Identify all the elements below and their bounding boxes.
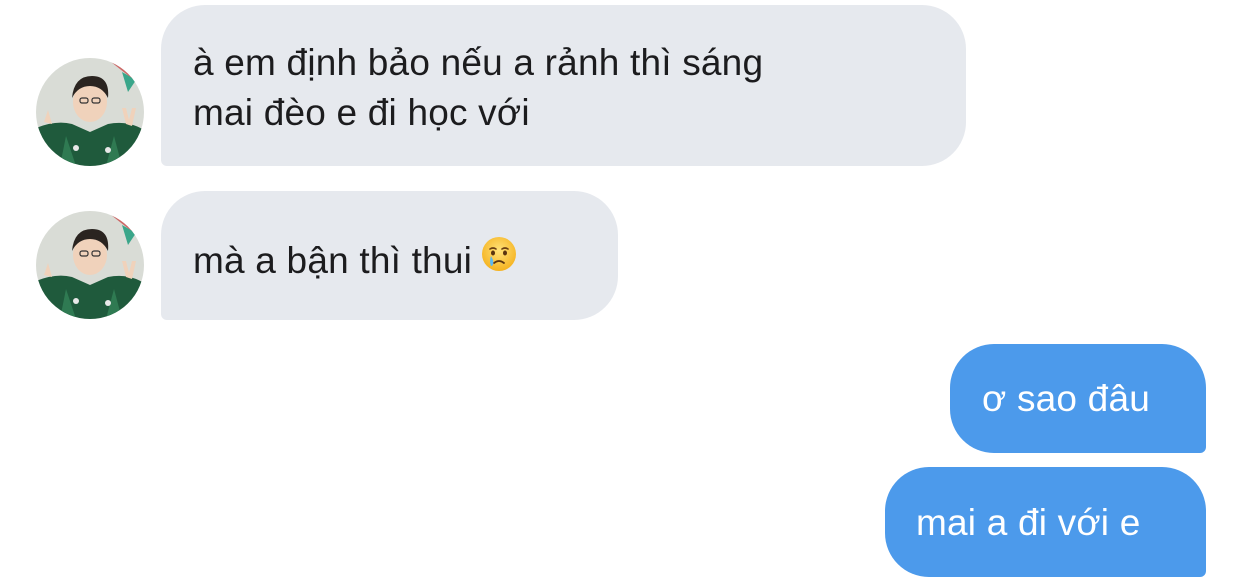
message-bubble-outgoing[interactable]: ơ sao đâu	[950, 344, 1206, 453]
crying-face-emoji-icon	[480, 235, 518, 286]
avatar[interactable]	[36, 211, 144, 319]
message-text: mà a bận thì thui	[193, 240, 473, 281]
message-text: ơ sao đâu	[982, 378, 1151, 419]
message-text-line: à em định bảo nếu a rảnh thì sáng	[193, 42, 764, 83]
message-bubble-incoming[interactable]: à em định bảo nếu a rảnh thì sáng mai đè…	[161, 5, 966, 166]
message-bubble-outgoing[interactable]: mai a đi với e	[885, 467, 1206, 577]
message-text-line: mai đèo e đi học với	[193, 92, 530, 133]
message-bubble-incoming[interactable]: mà a bận thì thui	[161, 191, 618, 320]
message-text: mai a đi với e	[916, 502, 1141, 543]
avatar[interactable]	[36, 58, 144, 166]
